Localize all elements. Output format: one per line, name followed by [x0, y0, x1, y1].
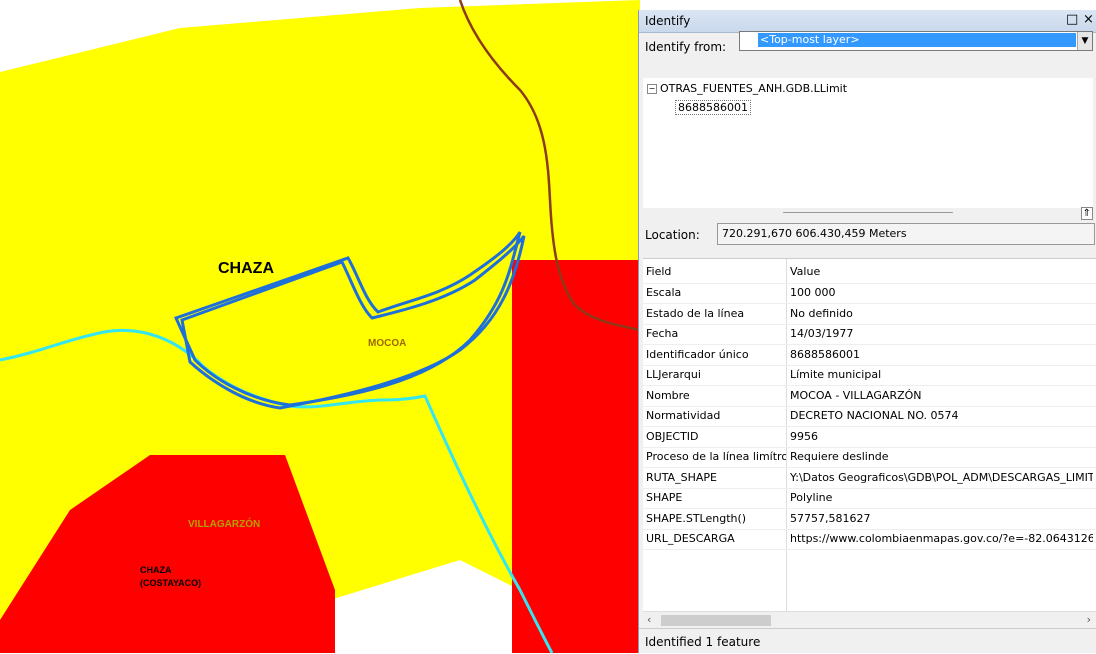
- table-row[interactable]: Identificador único 8688586001: [643, 345, 1096, 366]
- scrollbar-thumb[interactable]: [661, 615, 771, 626]
- window-title: Identify: [645, 14, 691, 28]
- value-cell: Y:\Datos Geograficos\GDB\POL_ADM\DESCARG…: [790, 470, 1093, 484]
- value-cell: 14/03/1977: [790, 327, 854, 340]
- title-bar[interactable]: Identify □ ×: [639, 10, 1096, 33]
- chevron-down-icon[interactable]: ▼: [1077, 32, 1092, 50]
- field-cell: Escala: [646, 286, 682, 299]
- scroll-left-icon[interactable]: ‹: [647, 613, 651, 626]
- label-chaza-costayaco-1: CHAZA: [140, 565, 172, 575]
- field-cell: SHAPE: [646, 491, 683, 504]
- label-villagarzon: VILLAGARZÓN: [188, 517, 260, 530]
- table-row[interactable]: Escala 100 000: [643, 283, 1096, 304]
- identify-from-value: <Top-most layer>: [758, 33, 1076, 47]
- table-row[interactable]: Proceso de la línea limítrofe Requiere de…: [643, 447, 1096, 468]
- panel-splitter[interactable]: ⇑: [643, 207, 1093, 220]
- location-field[interactable]: 720.291,670 606.430,459 Meters: [717, 223, 1095, 245]
- tree-layer-node[interactable]: − OTRAS_FUENTES_ANH.GDB.LLimit: [647, 82, 847, 95]
- table-row[interactable]: SHAPE Polyline: [643, 488, 1096, 509]
- status-bar: Identified 1 feature: [639, 628, 1096, 654]
- field-cell: SHAPE.STLength(): [646, 511, 747, 525]
- value-cell: 100 000: [790, 286, 836, 299]
- identify-window: Identify □ × Identify from: <Top-most la…: [638, 10, 1096, 653]
- field-cell: LLJerarqui: [646, 368, 701, 381]
- table-row[interactable]: Fecha 14/03/1977: [643, 324, 1096, 345]
- field-cell: OBJECTID: [646, 429, 699, 443]
- table-row[interactable]: Estado de la línea No definido: [643, 304, 1096, 325]
- value-cell: MOCOA - VILLAGARZÓN: [790, 388, 922, 402]
- maximize-icon[interactable]: □: [1066, 13, 1078, 27]
- value-cell: 57757,581627: [790, 511, 871, 525]
- field-cell: Identificador único: [646, 347, 749, 361]
- status-text: Identified 1 feature: [645, 635, 761, 649]
- value-cell: https://www.colombiaenmapas.gov.co/?e=-8…: [790, 532, 1093, 545]
- field-cell: Estado de la línea: [646, 306, 745, 320]
- table-row[interactable]: SHAPE.STLength() 57757,581627: [643, 509, 1096, 530]
- scroll-right-icon[interactable]: ›: [1087, 613, 1091, 626]
- table-row[interactable]: URL_DESCARGA https://www.colombiaenmapas.…: [643, 529, 1096, 550]
- field-cell: Proceso de la línea limítrofe: [646, 450, 786, 463]
- table-row[interactable]: OBJECTID 9956: [643, 427, 1096, 448]
- splitter-grip: [783, 212, 953, 213]
- collapse-panel-icon[interactable]: ⇑: [1080, 207, 1093, 220]
- value-cell: No definido: [790, 306, 853, 320]
- value-cell: Polyline: [790, 491, 833, 504]
- tree-feature-node[interactable]: 8688586001: [675, 100, 751, 115]
- field-cell: URL_DESCARGA: [646, 532, 735, 545]
- label-mocoa: MOCOA: [368, 338, 406, 349]
- location-label: Location:: [645, 228, 700, 242]
- label-chaza: CHAZA: [218, 260, 274, 277]
- field-cell: Normatividad: [646, 409, 721, 422]
- horizontal-scrollbar[interactable]: ‹ ›: [643, 611, 1096, 629]
- field-cell: Nombre: [646, 388, 690, 402]
- value-cell: Requiere deslinde: [790, 450, 889, 463]
- close-icon[interactable]: ×: [1083, 13, 1094, 27]
- results-tree: − OTRAS_FUENTES_ANH.GDB.LLimit 8688586001: [643, 78, 1093, 208]
- red-block-polygon[interactable]: [512, 260, 640, 653]
- table-row[interactable]: RUTA_SHAPE Y:\Datos Geograficos\GDB\POL_A…: [643, 468, 1096, 489]
- location-row: Location: 720.291,670 606.430,459 Meters: [639, 220, 1096, 248]
- table-row[interactable]: Nombre MOCOA - VILLAGARZÓN: [643, 386, 1096, 407]
- table-row[interactable]: Normatividad DECRETO NACIONAL NO. 0574: [643, 406, 1096, 427]
- field-cell: Fecha: [646, 327, 679, 340]
- column-header-field[interactable]: Field: [646, 265, 786, 278]
- table-header: Field Value: [643, 259, 1096, 284]
- identify-from-select[interactable]: <Top-most layer> ▼: [739, 31, 1093, 51]
- field-cell: RUTA_SHAPE: [646, 470, 717, 484]
- collapse-icon[interactable]: −: [647, 84, 657, 94]
- table-row[interactable]: LLJerarqui Límite municipal: [643, 365, 1096, 386]
- identify-from-label: Identify from:: [645, 40, 727, 54]
- attribute-table: Field Value Escala 100 000 Estado de la lí…: [643, 258, 1096, 612]
- value-cell: 9956: [790, 429, 818, 443]
- value-cell: Límite municipal: [790, 368, 882, 381]
- tree-layer-label: OTRAS_FUENTES_ANH.GDB.LLimit: [660, 82, 848, 95]
- value-cell: 8688586001: [790, 347, 860, 361]
- label-chaza-costayaco-2: (COSTAYACO): [140, 578, 201, 588]
- value-cell: DECRETO NACIONAL NO. 0574: [790, 409, 959, 422]
- column-header-value[interactable]: Value: [790, 265, 1093, 278]
